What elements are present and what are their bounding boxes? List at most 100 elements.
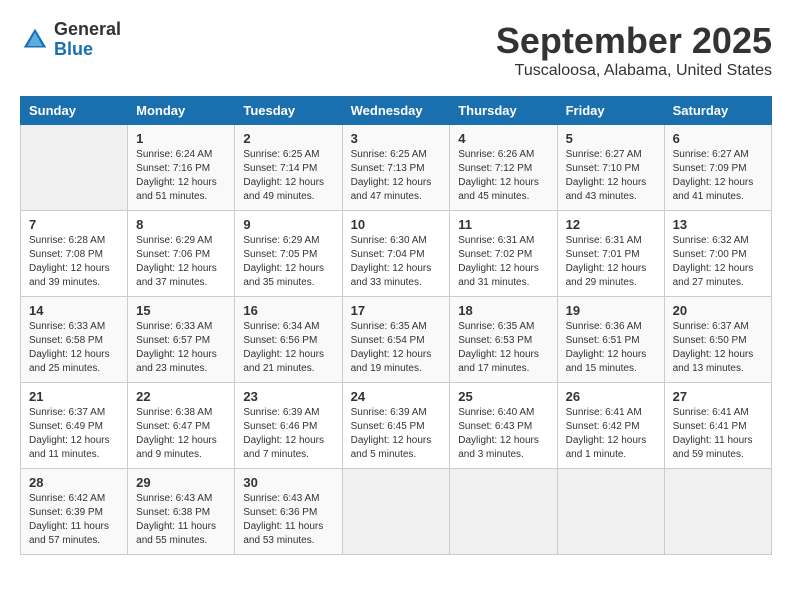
- day-number: 25: [458, 389, 548, 404]
- day-number: 11: [458, 217, 548, 232]
- day-info: Sunrise: 6:24 AM Sunset: 7:16 PM Dayligh…: [136, 148, 226, 204]
- logo-icon: [20, 25, 50, 55]
- day-info: Sunrise: 6:31 AM Sunset: 7:02 PM Dayligh…: [458, 234, 548, 290]
- header-cell-saturday: Saturday: [664, 97, 771, 125]
- calendar-cell: 30Sunrise: 6:43 AM Sunset: 6:36 PM Dayli…: [235, 469, 342, 555]
- day-info: Sunrise: 6:41 AM Sunset: 6:42 PM Dayligh…: [566, 406, 656, 462]
- day-info: Sunrise: 6:26 AM Sunset: 7:12 PM Dayligh…: [458, 148, 548, 204]
- day-info: Sunrise: 6:37 AM Sunset: 6:49 PM Dayligh…: [29, 406, 119, 462]
- day-number: 17: [351, 303, 442, 318]
- day-info: Sunrise: 6:32 AM Sunset: 7:00 PM Dayligh…: [673, 234, 763, 290]
- calendar-cell: 6Sunrise: 6:27 AM Sunset: 7:09 PM Daylig…: [664, 125, 771, 211]
- calendar-cell: [342, 469, 450, 555]
- logo: General Blue: [20, 20, 121, 60]
- calendar-body: 1 Sunrise: 6:24 AM Sunset: 7:16 PM Daylig…: [21, 125, 772, 555]
- calendar-cell: 22 Sunrise: 6:38 AM Sunset: 6:47 PM Dayli…: [128, 383, 235, 469]
- day-info: Sunrise: 6:29 AM Sunset: 7:05 PM Dayligh…: [243, 234, 333, 290]
- week-row-1: 7 Sunrise: 6:28 AM Sunset: 7:08 PM Daylig…: [21, 211, 772, 297]
- title-block: September 2025 Tuscaloosa, Alabama, Unit…: [496, 20, 772, 80]
- calendar-cell: 2Sunrise: 6:25 AM Sunset: 7:14 PM Daylig…: [235, 125, 342, 211]
- calendar-cell: 19 Sunrise: 6:36 AM Sunset: 6:51 PM Dayli…: [557, 297, 664, 383]
- day-info: Sunrise: 6:25 AM Sunset: 7:14 PM Dayligh…: [243, 148, 333, 204]
- day-info: Sunrise: 6:29 AM Sunset: 7:06 PM Dayligh…: [136, 234, 226, 290]
- header-cell-wednesday: Wednesday: [342, 97, 450, 125]
- week-row-0: 1 Sunrise: 6:24 AM Sunset: 7:16 PM Daylig…: [21, 125, 772, 211]
- calendar-cell: 28 Sunrise: 6:42 AM Sunset: 6:39 PM Dayli…: [21, 469, 128, 555]
- calendar-cell: 9 Sunrise: 6:29 AM Sunset: 7:05 PM Daylig…: [235, 211, 342, 297]
- day-number: 3: [351, 131, 442, 146]
- calendar-cell: 27Sunrise: 6:41 AM Sunset: 6:41 PM Dayli…: [664, 383, 771, 469]
- header-cell-monday: Monday: [128, 97, 235, 125]
- day-info: Sunrise: 6:39 AM Sunset: 6:46 PM Dayligh…: [243, 406, 333, 462]
- calendar-cell: 24Sunrise: 6:39 AM Sunset: 6:45 PM Dayli…: [342, 383, 450, 469]
- calendar-cell: 16 Sunrise: 6:34 AM Sunset: 6:56 PM Dayli…: [235, 297, 342, 383]
- calendar-cell: 18Sunrise: 6:35 AM Sunset: 6:53 PM Dayli…: [450, 297, 557, 383]
- day-number: 1: [136, 131, 226, 146]
- calendar-cell: 20 Sunrise: 6:37 AM Sunset: 6:50 PM Dayli…: [664, 297, 771, 383]
- calendar-cell: 7 Sunrise: 6:28 AM Sunset: 7:08 PM Daylig…: [21, 211, 128, 297]
- day-info: Sunrise: 6:40 AM Sunset: 6:43 PM Dayligh…: [458, 406, 548, 462]
- calendar-cell: 14 Sunrise: 6:33 AM Sunset: 6:58 PM Dayli…: [21, 297, 128, 383]
- calendar-cell: 11 Sunrise: 6:31 AM Sunset: 7:02 PM Dayli…: [450, 211, 557, 297]
- calendar-cell: [450, 469, 557, 555]
- calendar-cell: [664, 469, 771, 555]
- calendar-cell: 15Sunrise: 6:33 AM Sunset: 6:57 PM Dayli…: [128, 297, 235, 383]
- calendar-title: September 2025: [496, 20, 772, 62]
- day-info: Sunrise: 6:30 AM Sunset: 7:04 PM Dayligh…: [351, 234, 442, 290]
- day-number: 9: [243, 217, 333, 232]
- day-number: 29: [136, 475, 226, 490]
- day-info: Sunrise: 6:42 AM Sunset: 6:39 PM Dayligh…: [29, 492, 119, 548]
- calendar-cell: 12Sunrise: 6:31 AM Sunset: 7:01 PM Dayli…: [557, 211, 664, 297]
- day-info: Sunrise: 6:36 AM Sunset: 6:51 PM Dayligh…: [566, 320, 656, 376]
- day-number: 23: [243, 389, 333, 404]
- day-number: 4: [458, 131, 548, 146]
- calendar-cell: 8 Sunrise: 6:29 AM Sunset: 7:06 PM Daylig…: [128, 211, 235, 297]
- day-number: 8: [136, 217, 226, 232]
- calendar-header: SundayMondayTuesdayWednesdayThursdayFrid…: [21, 97, 772, 125]
- day-info: Sunrise: 6:28 AM Sunset: 7:08 PM Dayligh…: [29, 234, 119, 290]
- day-info: Sunrise: 6:25 AM Sunset: 7:13 PM Dayligh…: [351, 148, 442, 204]
- day-number: 28: [29, 475, 119, 490]
- calendar-cell: 1 Sunrise: 6:24 AM Sunset: 7:16 PM Daylig…: [128, 125, 235, 211]
- day-number: 6: [673, 131, 763, 146]
- week-row-3: 21 Sunrise: 6:37 AM Sunset: 6:49 PM Dayli…: [21, 383, 772, 469]
- calendar-cell: 25 Sunrise: 6:40 AM Sunset: 6:43 PM Dayli…: [450, 383, 557, 469]
- calendar-subtitle: Tuscaloosa, Alabama, United States: [496, 62, 772, 80]
- day-info: Sunrise: 6:34 AM Sunset: 6:56 PM Dayligh…: [243, 320, 333, 376]
- day-info: Sunrise: 6:37 AM Sunset: 6:50 PM Dayligh…: [673, 320, 763, 376]
- day-info: Sunrise: 6:38 AM Sunset: 6:47 PM Dayligh…: [136, 406, 226, 462]
- calendar-cell: 21 Sunrise: 6:37 AM Sunset: 6:49 PM Dayli…: [21, 383, 128, 469]
- day-number: 30: [243, 475, 333, 490]
- calendar-cell: 13Sunrise: 6:32 AM Sunset: 7:00 PM Dayli…: [664, 211, 771, 297]
- calendar-cell: 29 Sunrise: 6:43 AM Sunset: 6:38 PM Dayli…: [128, 469, 235, 555]
- day-number: 7: [29, 217, 119, 232]
- day-number: 22: [136, 389, 226, 404]
- calendar-cell: 17 Sunrise: 6:35 AM Sunset: 6:54 PM Dayli…: [342, 297, 450, 383]
- day-info: Sunrise: 6:39 AM Sunset: 6:45 PM Dayligh…: [351, 406, 442, 462]
- day-number: 14: [29, 303, 119, 318]
- day-number: 19: [566, 303, 656, 318]
- day-number: 20: [673, 303, 763, 318]
- day-number: 21: [29, 389, 119, 404]
- day-info: Sunrise: 6:31 AM Sunset: 7:01 PM Dayligh…: [566, 234, 656, 290]
- logo-text: General Blue: [54, 20, 121, 60]
- calendar-cell: [21, 125, 128, 211]
- day-info: Sunrise: 6:27 AM Sunset: 7:10 PM Dayligh…: [566, 148, 656, 204]
- header-cell-tuesday: Tuesday: [235, 97, 342, 125]
- logo-blue-text: Blue: [54, 40, 121, 60]
- header-cell-sunday: Sunday: [21, 97, 128, 125]
- calendar-cell: [557, 469, 664, 555]
- calendar-cell: 10 Sunrise: 6:30 AM Sunset: 7:04 PM Dayli…: [342, 211, 450, 297]
- day-number: 5: [566, 131, 656, 146]
- day-number: 10: [351, 217, 442, 232]
- day-info: Sunrise: 6:41 AM Sunset: 6:41 PM Dayligh…: [673, 406, 763, 462]
- page-header: General Blue September 2025 Tuscaloosa, …: [20, 20, 772, 80]
- header-cell-thursday: Thursday: [450, 97, 557, 125]
- day-number: 15: [136, 303, 226, 318]
- day-info: Sunrise: 6:33 AM Sunset: 6:58 PM Dayligh…: [29, 320, 119, 376]
- day-info: Sunrise: 6:43 AM Sunset: 6:38 PM Dayligh…: [136, 492, 226, 548]
- day-number: 26: [566, 389, 656, 404]
- day-number: 16: [243, 303, 333, 318]
- day-info: Sunrise: 6:35 AM Sunset: 6:54 PM Dayligh…: [351, 320, 442, 376]
- day-info: Sunrise: 6:35 AM Sunset: 6:53 PM Dayligh…: [458, 320, 548, 376]
